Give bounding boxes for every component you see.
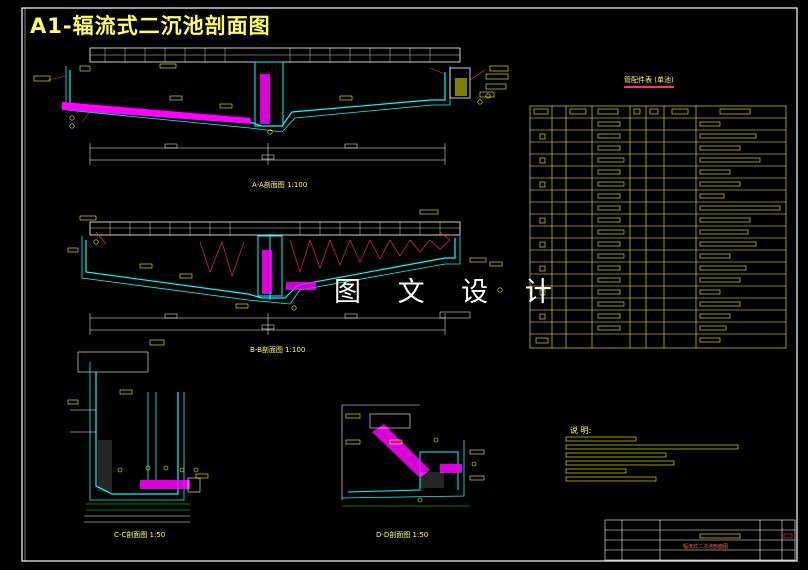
material-table-title: 管配件表 (单池) — [624, 75, 674, 88]
section-c-c-drawing — [67, 339, 209, 523]
material-table-grid — [529, 105, 787, 349]
section-c-c-label: C-C剖面图 1:50 — [114, 531, 166, 539]
title-block — [604, 519, 796, 561]
section-b-b-label: B-B剖面图 1:100 — [250, 346, 306, 354]
watermark-text: 图 文 设 计 — [334, 277, 566, 308]
section-a-a-drawing — [33, 47, 509, 165]
section-d-d-label: D-D剖面图 1:50 — [376, 531, 429, 539]
notes-title: 说 明: — [570, 426, 592, 435]
notes-lines — [565, 436, 739, 482]
section-d-d-drawing — [341, 404, 485, 507]
title-block-drawing-name: 辐流式二沉池剖面图 — [683, 544, 729, 550]
section-a-a-label: A-A剖面图 1:100 — [252, 181, 308, 189]
drawing-title: A1-辐流式二沉池剖面图 — [30, 14, 271, 38]
